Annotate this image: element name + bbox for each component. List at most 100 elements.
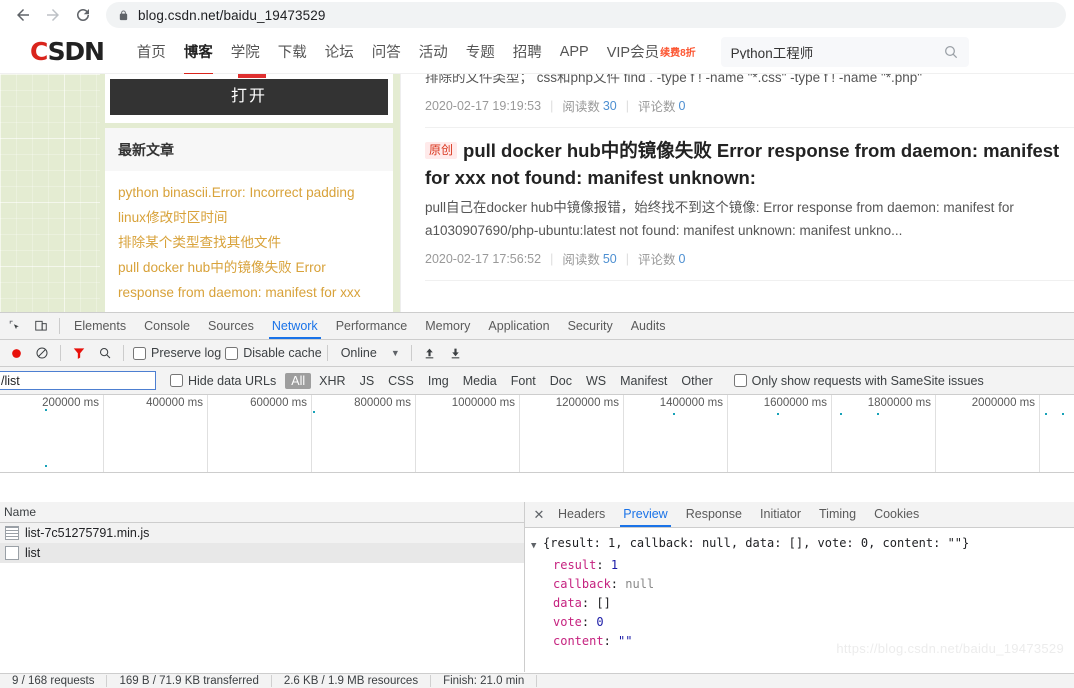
detail-tab-timing[interactable]: Timing (810, 502, 865, 527)
request-name[interactable]: list-7c51275791.min.js (25, 526, 149, 540)
nav-item-download[interactable]: 下载 (269, 41, 316, 62)
preview-value: 0 (596, 615, 604, 629)
article-item[interactable]: 原创 pull docker hub中的镜像失败 Error response f… (425, 128, 1074, 281)
preserve-log-label: Preserve log (151, 346, 222, 360)
article-date: 2020-02-17 17:56:52 (425, 251, 542, 266)
search-icon[interactable] (943, 44, 959, 60)
preview-root-node[interactable]: ▼ {result: 1, callback: null, data: [], … (531, 534, 1074, 556)
devtools-status-bar: 9 / 168 requests 169 B / 71.9 KB transfe… (0, 673, 1074, 688)
table-row[interactable]: list (0, 543, 524, 563)
reload-button[interactable] (68, 1, 98, 29)
nav-item-app[interactable]: APP (551, 44, 598, 60)
device-toolbar-button[interactable] (28, 314, 54, 338)
article-title-text[interactable]: pull docker hub中的镜像失败 Error response fro… (425, 140, 1059, 188)
request-name[interactable]: list (25, 546, 40, 560)
open-app-button[interactable]: 打开 (110, 79, 388, 115)
hide-data-urls-checkbox[interactable]: Hide data URLs (170, 374, 276, 388)
record-button[interactable] (3, 341, 29, 365)
throttling-select[interactable]: Online (333, 346, 385, 360)
filter-type-media[interactable]: Media (457, 373, 503, 389)
detail-tab-cookies[interactable]: Cookies (865, 502, 928, 527)
address-bar[interactable]: blog.csdn.net/baidu_19473529 (106, 2, 1066, 28)
nav-item-activity[interactable]: 活动 (410, 41, 457, 62)
filter-type-css[interactable]: CSS (382, 373, 420, 389)
nav-item-qa[interactable]: 问答 (363, 41, 410, 62)
list-item[interactable]: python binascii.Error: Incorrect padding (118, 180, 380, 205)
detail-tab-preview[interactable]: Preview (614, 502, 676, 527)
tab-elements[interactable]: Elements (65, 313, 135, 339)
export-har-button[interactable] (443, 341, 469, 365)
filter-type-img[interactable]: Img (422, 373, 455, 389)
clear-button[interactable] (29, 341, 55, 365)
samesite-checkbox[interactable]: Only show requests with SameSite issues (733, 374, 984, 388)
request-list-header[interactable]: Name (0, 502, 524, 523)
filter-input[interactable] (0, 371, 156, 390)
search-input[interactable] (730, 44, 943, 59)
import-har-button[interactable] (417, 341, 443, 365)
list-item[interactable]: pull docker hub中的镜像失败 Error response fro… (118, 255, 380, 305)
preserve-log-input[interactable] (133, 346, 146, 360)
tab-audits[interactable]: Audits (622, 313, 675, 339)
list-item[interactable]: linux修改时区时间 (118, 205, 380, 230)
hide-data-urls-input[interactable] (170, 374, 183, 387)
url-text: blog.csdn.net/baidu_19473529 (138, 7, 326, 23)
nav-item-forum[interactable]: 论坛 (316, 41, 363, 62)
site-search[interactable] (720, 36, 969, 67)
nav-item-home[interactable]: 首页 (128, 41, 175, 62)
back-button[interactable] (8, 1, 38, 29)
hide-data-urls-label: Hide data URLs (188, 373, 277, 388)
article-reads-label: 阅读数 (562, 100, 600, 114)
filter-type-all[interactable]: All (285, 372, 312, 389)
tab-performance[interactable]: Performance (327, 313, 417, 339)
article-title[interactable]: 原创 pull docker hub中的镜像失败 Error response f… (425, 137, 1074, 191)
tab-security[interactable]: Security (559, 313, 622, 339)
inspect-element-button[interactable] (2, 314, 28, 338)
nav-item-jobs[interactable]: 招聘 (504, 41, 551, 62)
forward-button[interactable] (38, 1, 68, 29)
list-item[interactable]: 排除某个类型查找其他文件 (118, 230, 380, 255)
tab-console[interactable]: Console (135, 313, 199, 339)
detail-tab-headers[interactable]: Headers (549, 502, 614, 527)
article-list: 排除的文件类型； css和php文件 find . -type f ! -nam… (400, 74, 1074, 312)
nav-item-academy[interactable]: 学院 (222, 41, 269, 62)
timeline-tick: 200000 ms (42, 397, 99, 409)
meta-separator: | (550, 251, 554, 266)
filter-type-other[interactable]: Other (675, 373, 718, 389)
network-overview-timeline[interactable]: 200000 ms 400000 ms 600000 ms 800000 ms … (0, 395, 1074, 473)
detail-tab-response[interactable]: Response (677, 502, 751, 527)
filter-type-js[interactable]: JS (354, 373, 381, 389)
latest-articles-list: python binascii.Error: Incorrect padding… (105, 171, 393, 305)
samesite-input[interactable] (733, 374, 747, 387)
meta-separator: | (550, 98, 554, 113)
filter-button[interactable] (66, 341, 92, 365)
csdn-logo[interactable]: CSDN (30, 37, 105, 66)
tab-application[interactable]: Application (479, 313, 558, 339)
filter-type-font[interactable]: Font (505, 373, 542, 389)
timeline-tick: 400000 ms (146, 397, 203, 409)
tab-network[interactable]: Network (263, 313, 327, 339)
chevron-down-icon[interactable]: ▼ (385, 348, 406, 358)
article-description: 排除的文件类型； css和php文件 find . -type f ! -nam… (425, 74, 923, 85)
table-row[interactable]: list-7c51275791.min.js (0, 523, 524, 543)
timeline-event-dot (313, 411, 315, 413)
detail-tab-initiator[interactable]: Initiator (751, 502, 810, 527)
timeline-tick: 2000000 ms (971, 397, 1035, 409)
nav-item-topic[interactable]: 专题 (457, 41, 504, 62)
filter-type-ws[interactable]: WS (580, 373, 612, 389)
disable-cache-input[interactable] (225, 346, 239, 360)
close-icon[interactable]: ✕ (529, 507, 549, 523)
nav-item-vip[interactable]: VIP会员续费8折 (598, 41, 705, 62)
timeline-tick: 800000 ms (354, 397, 411, 409)
filter-type-xhr[interactable]: XHR (313, 373, 351, 389)
search-button[interactable] (92, 341, 118, 365)
nav-item-blog[interactable]: 博客 (175, 41, 222, 75)
tab-sources[interactable]: Sources (199, 313, 263, 339)
column-header-name[interactable]: Name (4, 505, 36, 519)
filter-type-doc[interactable]: Doc (544, 373, 578, 389)
preserve-log-checkbox[interactable]: Preserve log (133, 346, 221, 360)
article-item[interactable]: 排除的文件类型； css和php文件 find . -type f ! -nam… (425, 74, 1074, 128)
disclosure-triangle-icon[interactable]: ▼ (531, 534, 543, 556)
disable-cache-checkbox[interactable]: Disable cache (225, 346, 322, 360)
tab-memory[interactable]: Memory (416, 313, 479, 339)
filter-type-manifest[interactable]: Manifest (614, 373, 673, 389)
